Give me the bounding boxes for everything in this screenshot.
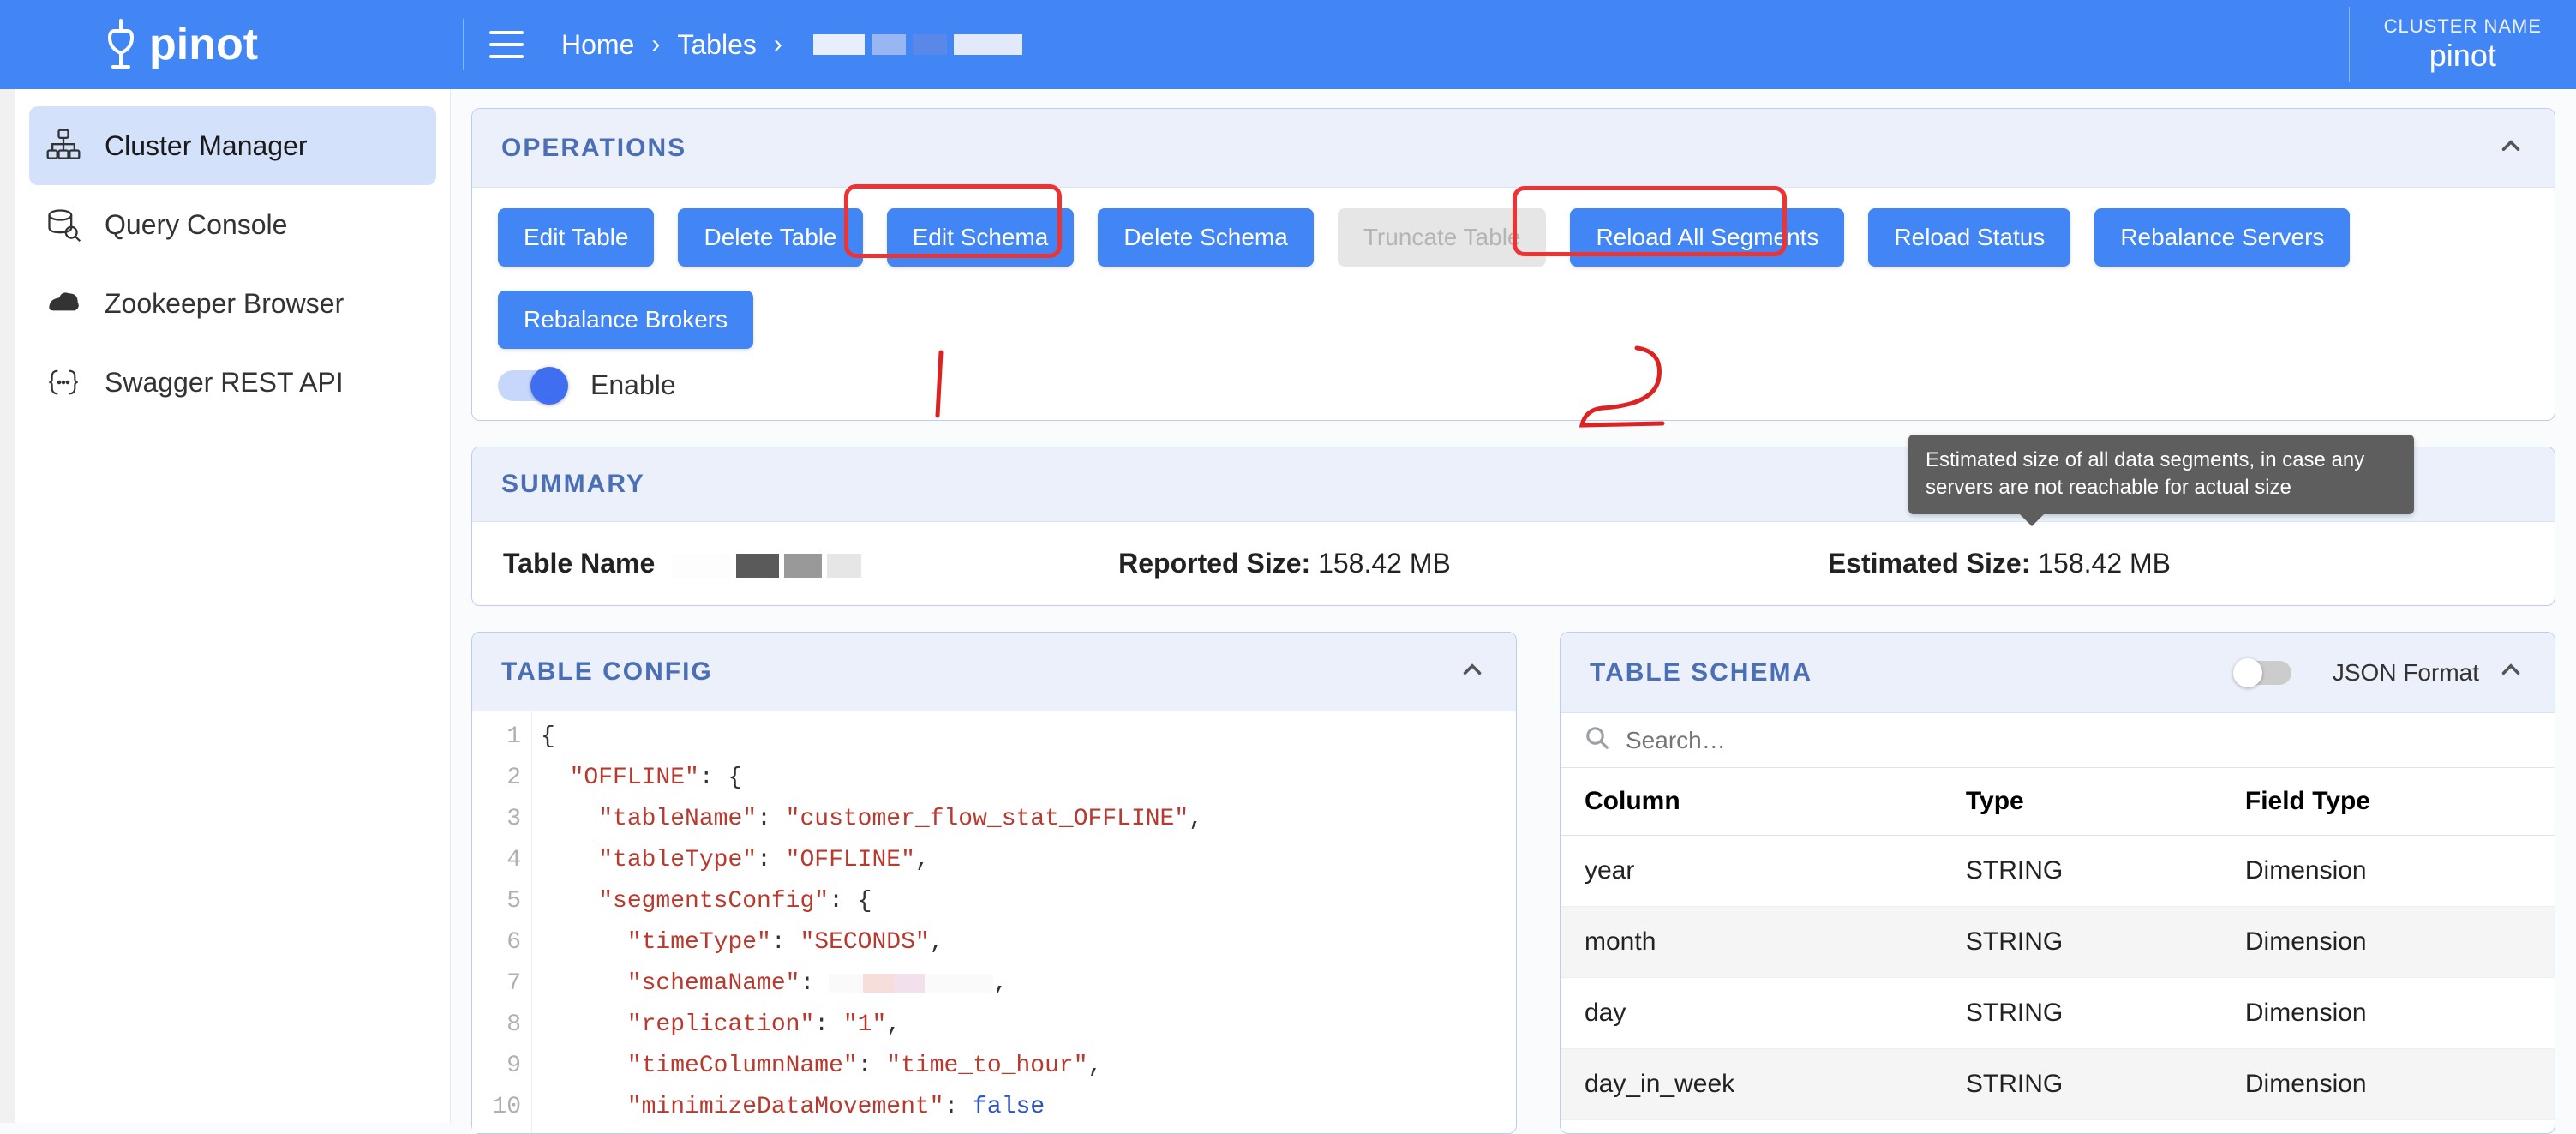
table-config-panel: TABLE CONFIG 12345678910 { "OFFLINE": { …: [471, 632, 1517, 1134]
estimated-size-label: Estimated Size:: [1828, 548, 2031, 579]
schema-cell-type: STRING: [1942, 907, 2221, 978]
table-row: month STRING Dimension: [1561, 907, 2555, 978]
chevron-right-icon: ›: [774, 30, 782, 59]
chevron-right-icon: ›: [651, 30, 660, 59]
summary-table-name: Table Name: [503, 548, 861, 579]
code-content: { "OFFLINE": { "tableName": "customer_fl…: [532, 711, 1212, 1133]
summary-estimated-size: Estimated Size: 158.42 MB: [1828, 548, 2171, 579]
schema-col-fieldtype[interactable]: Field Type: [2221, 768, 2555, 836]
estimated-size-tooltip: Estimated size of all data segments, in …: [1908, 435, 2414, 514]
schema-cell-column: month: [1561, 907, 1942, 978]
schema-col-column[interactable]: Column: [1561, 768, 1942, 836]
table-config-code[interactable]: 12345678910 { "OFFLINE": { "tableName": …: [472, 711, 1516, 1133]
operation-buttons: Edit Table Delete Table Edit Schema Dele…: [498, 208, 2529, 349]
schema-cell-column: day_in_week: [1561, 1049, 1942, 1120]
reload-all-segments-button[interactable]: Reload All Segments: [1570, 208, 1844, 267]
cluster-name-value: pinot: [2384, 38, 2542, 74]
table-row: day STRING Dimension: [1561, 978, 2555, 1049]
schema-table: Column Type Field Type year STRING Dimen…: [1561, 768, 2555, 1120]
menu-toggle-icon[interactable]: [489, 31, 524, 58]
table-row: day_in_week STRING Dimension: [1561, 1049, 2555, 1120]
sidebar-item-label: Cluster Manager: [105, 130, 308, 162]
reported-size-label: Reported Size:: [1118, 548, 1310, 579]
schema-cell-type: STRING: [1942, 978, 2221, 1049]
table-config-title: TABLE CONFIG: [501, 657, 713, 687]
schema-cell-type: STRING: [1942, 1049, 2221, 1120]
enable-label: Enable: [590, 369, 676, 401]
sidebar-item-label: Zookeeper Browser: [105, 288, 344, 320]
sidebar-item-label: Swagger REST API: [105, 367, 344, 399]
schema-col-type[interactable]: Type: [1942, 768, 2221, 836]
sidebar-item-swagger[interactable]: Swagger REST API: [29, 343, 436, 422]
window-scrollbar[interactable]: [0, 89, 15, 1123]
sidebar-item-zookeeper-browser[interactable]: Zookeeper Browser: [29, 264, 436, 343]
summary-title: SUMMARY: [501, 470, 645, 499]
main-content: OPERATIONS Edit Table Delete Table Edit …: [451, 89, 2576, 1123]
chevron-up-icon[interactable]: [2496, 655, 2525, 690]
schema-cell-ftype: Dimension: [2221, 978, 2555, 1049]
sidebar-item-label: Query Console: [105, 209, 287, 241]
breadcrumb-home[interactable]: Home: [561, 29, 634, 61]
edit-table-button[interactable]: Edit Table: [498, 208, 654, 267]
logo[interactable]: pinot: [0, 19, 437, 70]
logo-text: pinot: [149, 19, 258, 70]
estimated-size-value: 158.42 MB: [2038, 548, 2171, 579]
sidebar-item-query-console[interactable]: Query Console: [29, 185, 436, 264]
reported-size-value: 158.42 MB: [1318, 548, 1451, 579]
summary-reported-size: Reported Size: 158.42 MB: [1118, 548, 1451, 579]
chevron-up-icon[interactable]: [1458, 655, 1487, 688]
schema-cell-ftype: Dimension: [2221, 907, 2555, 978]
enable-toggle[interactable]: [498, 370, 566, 401]
chevron-up-icon[interactable]: [2496, 131, 2525, 165]
edit-schema-button[interactable]: Edit Schema: [887, 208, 1075, 267]
schema-cell-column: day: [1561, 978, 1942, 1049]
pinot-logo-icon: [103, 19, 139, 70]
header-divider: [463, 19, 464, 70]
delete-schema-button[interactable]: Delete Schema: [1098, 208, 1313, 267]
swagger-icon: [43, 362, 84, 403]
breadcrumb-current-redacted: [813, 34, 1022, 55]
code-gutter: 12345678910: [472, 711, 532, 1133]
table-schema-panel: TABLE SCHEMA JSON Format: [1560, 632, 2555, 1134]
schema-cell-type: STRING: [1942, 836, 2221, 907]
schema-cell-ftype: Dimension: [2221, 836, 2555, 907]
schema-search-row: [1561, 713, 2555, 768]
operations-header[interactable]: OPERATIONS: [472, 109, 2555, 188]
cluster-name-label: CLUSTER NAME: [2384, 15, 2542, 38]
json-format-toggle[interactable]: [2235, 661, 2291, 685]
rebalance-brokers-button[interactable]: Rebalance Brokers: [498, 291, 753, 349]
delete-table-button[interactable]: Delete Table: [678, 208, 862, 267]
schema-cell-column: year: [1561, 836, 1942, 907]
table-row: year STRING Dimension: [1561, 836, 2555, 907]
sidebar-item-cluster-manager[interactable]: Cluster Manager: [29, 106, 436, 185]
breadcrumb-tables[interactable]: Tables: [677, 29, 757, 61]
summary-panel: SUMMARY Table Name Reported Size: 158.42…: [471, 447, 2555, 606]
table-schema-header[interactable]: TABLE SCHEMA JSON Format: [1561, 633, 2555, 713]
reload-status-button[interactable]: Reload Status: [1868, 208, 2070, 267]
table-name-value-redacted: [671, 554, 861, 578]
truncate-table-button: Truncate Table: [1338, 208, 1547, 267]
query-icon: [43, 204, 84, 245]
schema-search-input[interactable]: [1626, 727, 2531, 754]
cluster-info: CLUSTER NAME pinot: [2349, 7, 2576, 82]
table-schema-title: TABLE SCHEMA: [1590, 658, 1812, 687]
breadcrumb: Home › Tables ›: [558, 29, 1022, 61]
zookeeper-icon: [43, 283, 84, 324]
sidebar: Cluster Manager Query Console Zookeeper …: [15, 89, 451, 1123]
rebalance-servers-button[interactable]: Rebalance Servers: [2094, 208, 2350, 267]
search-icon: [1585, 725, 1610, 755]
app-header: pinot Home › Tables › CLUSTER NAME pinot: [0, 0, 2576, 89]
table-name-label: Table Name: [503, 548, 655, 579]
table-config-header[interactable]: TABLE CONFIG: [472, 633, 1516, 711]
operations-panel: OPERATIONS Edit Table Delete Table Edit …: [471, 108, 2555, 421]
schema-cell-ftype: Dimension: [2221, 1049, 2555, 1120]
json-format-label: JSON Format: [2333, 659, 2479, 687]
operations-title: OPERATIONS: [501, 134, 686, 163]
cluster-icon: [43, 125, 84, 166]
